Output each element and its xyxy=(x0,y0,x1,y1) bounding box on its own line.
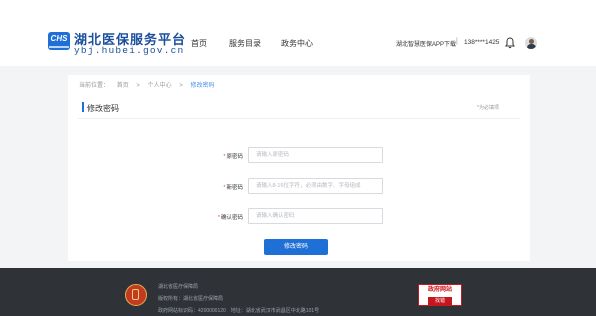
footer-org-name: 湖北省医疗保障局 xyxy=(158,284,199,290)
new-password-label: *新密码 xyxy=(223,185,243,191)
section-accent-bar xyxy=(82,102,84,112)
footer-site-code-address: 政府网站标识码：4200000120 地址：湖北省武汉市武昌区中北路101号 xyxy=(158,308,320,314)
logo-text: CHS xyxy=(50,34,68,43)
section-title: 修改密码 xyxy=(87,104,119,113)
healthcare-security-emblem-icon xyxy=(125,284,147,306)
breadcrumb-prefix: 当前位置： xyxy=(79,83,110,89)
content-card xyxy=(68,75,530,261)
site-url: ybj.hubei.gov.cn xyxy=(74,45,185,56)
gov-badge-label: 政府网站 xyxy=(427,287,452,293)
breadcrumb-personal-center[interactable]: 个人中心 xyxy=(148,83,172,89)
required-note: *为必填项 xyxy=(477,105,499,111)
change-password-button[interactable]: 修改密码 xyxy=(264,239,328,255)
footer-copyright: 版权所有：湖北省医疗保障局 xyxy=(158,296,224,302)
nav-government-center[interactable]: 政务中心 xyxy=(281,38,313,49)
new-password-input[interactable] xyxy=(248,178,383,194)
user-phone[interactable]: 138****1425 xyxy=(464,39,499,46)
confirm-password-input[interactable] xyxy=(248,208,383,224)
nav-home[interactable]: 首页 xyxy=(191,38,207,49)
breadcrumb-separator: > xyxy=(136,83,140,89)
bell-icon[interactable] xyxy=(505,37,515,49)
breadcrumb: 当前位置： 首页 > 个人中心 > 修改密码 xyxy=(79,80,220,89)
chs-logo[interactable]: CHS xyxy=(48,32,70,50)
header-separator: | xyxy=(456,38,458,45)
breadcrumb-current: 修改密码 xyxy=(190,83,215,89)
gov-site-error-report-badge[interactable]: 政府网站 找错 xyxy=(418,284,462,306)
app-download-link[interactable]: 湖北智慧医保APP下载 xyxy=(396,39,456,48)
avatar[interactable] xyxy=(525,37,537,49)
section-divider xyxy=(78,118,520,119)
gov-badge-action: 找错 xyxy=(428,297,452,305)
nav-service-catalog[interactable]: 服务目录 xyxy=(229,38,261,49)
confirm-password-label: *确认密码 xyxy=(217,215,243,221)
breadcrumb-separator: > xyxy=(179,83,183,89)
breadcrumb-home[interactable]: 首页 xyxy=(117,83,129,89)
old-password-label: *原密码 xyxy=(223,154,243,160)
old-password-input[interactable] xyxy=(248,147,383,163)
